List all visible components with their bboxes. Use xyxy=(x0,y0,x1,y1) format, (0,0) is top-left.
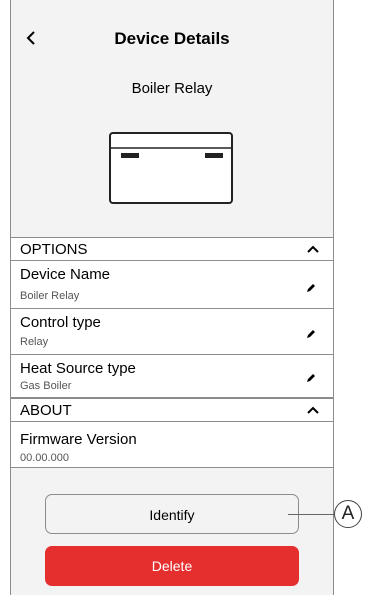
delete-button[interactable]: Delete xyxy=(45,546,299,586)
firmware-title: Firmware Version xyxy=(20,431,137,448)
device-name-value: Boiler Relay xyxy=(20,290,80,302)
control-type-title: Control type xyxy=(20,314,101,331)
page-title: Device Details xyxy=(114,29,230,48)
device-name-display: Boiler Relay xyxy=(131,80,213,97)
identify-button[interactable]: Identify xyxy=(45,494,299,534)
pencil-icon[interactable] xyxy=(305,372,317,384)
options-section-label: OPTIONS xyxy=(20,241,88,258)
device-name-row[interactable]: Device Name Boiler Relay xyxy=(11,261,333,309)
about-section-label: ABOUT xyxy=(20,402,72,419)
chevron-up-icon[interactable] xyxy=(307,405,319,415)
callout-line xyxy=(288,514,334,515)
firmware-value: 00.00.000 xyxy=(20,452,69,464)
control-type-value: Relay xyxy=(20,336,49,348)
heat-source-value: Gas Boiler xyxy=(20,380,72,392)
control-type-row[interactable]: Control type Relay xyxy=(11,309,333,355)
relay-device-icon xyxy=(109,132,233,204)
heat-source-row[interactable]: Heat Source type Gas Boiler xyxy=(11,355,333,398)
options-section-header[interactable]: OPTIONS xyxy=(11,237,333,261)
firmware-row: Firmware Version 00.00.000 xyxy=(11,422,333,468)
device-name-title: Device Name xyxy=(20,266,111,283)
about-section-header[interactable]: ABOUT xyxy=(11,398,333,422)
pencil-icon[interactable] xyxy=(305,328,317,340)
header: Device Details xyxy=(11,22,333,56)
pencil-icon[interactable] xyxy=(305,282,317,294)
callout-marker: A xyxy=(334,500,362,528)
heat-source-title: Heat Source type xyxy=(20,360,136,377)
chevron-up-icon[interactable] xyxy=(307,244,319,254)
app-screen: Device Details Boiler Relay OPTIONS Devi… xyxy=(10,0,334,595)
